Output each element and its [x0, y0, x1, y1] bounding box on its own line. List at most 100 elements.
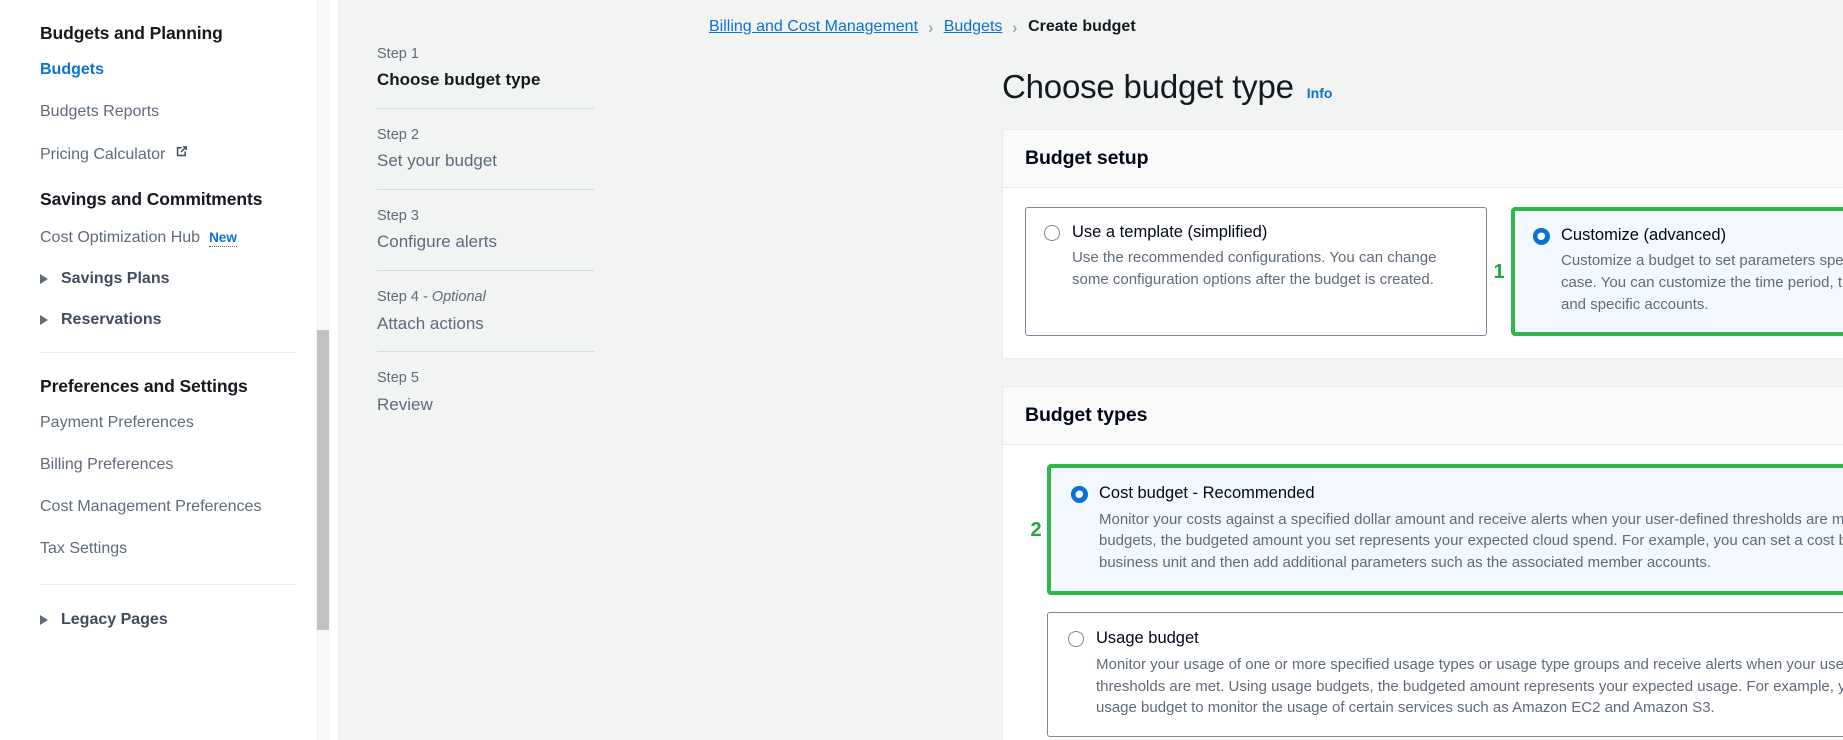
- sidebar-content: Budgets and Planning Budgets Budgets Rep…: [0, 0, 338, 629]
- content-wrapper: Budget setup Use a template (simplified)…: [1002, 129, 1843, 740]
- sidebar-item-reservations-label: Reservations: [61, 310, 162, 328]
- wizard-step-2-number: Step 2: [377, 127, 419, 144]
- wizard-step-3-name[interactable]: Configure alerts: [377, 230, 681, 254]
- sidebar-item-cost-management-preferences[interactable]: Cost Management Preferences: [40, 497, 338, 518]
- wizard-step-5-name[interactable]: Review: [377, 393, 681, 417]
- breadcrumb: Billing and Cost Management › Budgets › …: [703, 10, 1843, 44]
- wizard-step-separator: [377, 189, 594, 191]
- budget-setup-card-header: Budget setup: [1003, 130, 1843, 188]
- wizard-step-separator: [377, 108, 594, 110]
- radio-use-a-template[interactable]: [1044, 225, 1060, 241]
- sidebar-item-budgets-reports[interactable]: Budgets Reports: [40, 102, 338, 123]
- sidebar-item-legacy-pages-label: Legacy Pages: [61, 610, 168, 628]
- annotation-number-2: 2: [1030, 518, 1042, 541]
- budget-type-option-cost-budget-description: Monitor your costs against a specified d…: [1099, 510, 1843, 572]
- budget-types-card: Budget types 2 Cost budget - Recommended: [1002, 386, 1843, 740]
- annotation-highlight-box-2: Cost budget - Recommended Monitor your c…: [1047, 464, 1843, 596]
- annotation-number-1: 1: [1493, 260, 1505, 283]
- sidebar-item-cost-optimization-hub-row[interactable]: Cost Optimization Hub New: [40, 228, 338, 249]
- sidebar-item-budgets[interactable]: Budgets: [40, 60, 338, 81]
- annotation-highlight-box-1: Customize (advanced) Customize a budget …: [1511, 207, 1843, 337]
- sidebar-scrollbar-thumb[interactable]: [317, 330, 329, 630]
- budget-setup-option-customize-advanced-head: Customize (advanced): [1533, 225, 1843, 246]
- budget-type-option-usage-budget-description: Monitor your usage of one or more specif…: [1096, 655, 1843, 717]
- wizard-step-4-number-text: Step 4 -: [377, 289, 432, 306]
- budget-types-options-list: 2 Cost budget - Recommended Monitor your…: [1025, 464, 1843, 738]
- sidebar-divider: [40, 583, 296, 585]
- info-link[interactable]: Info: [1307, 85, 1333, 101]
- sidebar-item-reservations[interactable]: Reservations: [40, 311, 338, 329]
- sidebar-group-title-savings-and-commitments: Savings and Commitments: [40, 188, 263, 209]
- wizard-step-5-number: Step 5: [377, 370, 419, 387]
- wizard-step-4[interactable]: Step 4 - Optional Attach actions: [377, 287, 681, 351]
- caret-right-icon: [40, 273, 48, 284]
- caret-right-icon: [40, 614, 48, 625]
- budget-setup-option-customize-advanced-description: Customize a budget to set parameters spe…: [1561, 252, 1843, 314]
- budget-setup-card: Budget setup Use a template (simplified)…: [1002, 129, 1843, 360]
- sidebar-item-billing-preferences[interactable]: Billing Preferences: [40, 455, 338, 476]
- wizard-step-3-number: Step 3: [377, 208, 419, 225]
- radio-customize-advanced[interactable]: [1533, 228, 1549, 244]
- budget-types-card-body: 2 Cost budget - Recommended Monitor your…: [1003, 445, 1843, 740]
- budget-setup-card-body: Use a template (simplified) Use the reco…: [1003, 188, 1843, 358]
- wizard-step-2-name[interactable]: Set your budget: [377, 149, 681, 173]
- sidebar-item-tax-settings[interactable]: Tax Settings: [40, 539, 338, 560]
- budget-types-heading: Budget types: [1025, 404, 1148, 427]
- left-sidebar-navigation: Budgets and Planning Budgets Budgets Rep…: [0, 0, 339, 740]
- breadcrumb-item-create-budget: Create budget: [1028, 18, 1136, 35]
- budget-type-option-usage-budget-head: Usage budget: [1068, 628, 1843, 649]
- budget-type-row-cost-budget: 2 Cost budget - Recommended Monitor your…: [1025, 464, 1843, 596]
- sidebar-item-savings-plans-label: Savings Plans: [61, 269, 170, 287]
- wizard-step-1-number: Step 1: [377, 46, 419, 62]
- wizard-step-5[interactable]: Step 5 Review: [377, 368, 681, 432]
- breadcrumb-item-budgets[interactable]: Budgets: [944, 18, 1003, 36]
- wizard-step-4-optional-tag: Optional: [431, 289, 486, 306]
- page-header: Choose budget type Info: [1002, 68, 1843, 106]
- breadcrumb-chevron-icon: ›: [928, 17, 934, 37]
- breadcrumb-chevron-icon: ›: [1012, 17, 1018, 37]
- sidebar-item-pricing-calculator-row[interactable]: Pricing Calculator: [40, 144, 338, 166]
- main-content: Billing and Cost Management › Budgets › …: [703, 0, 1843, 740]
- budget-type-option-cost-budget-head: Cost budget - Recommended: [1071, 483, 1843, 504]
- sidebar-group-title-budgets-and-planning: Budgets and Planning: [40, 23, 223, 43]
- budget-setup-option-customize-advanced-title: Customize (advanced): [1561, 226, 1727, 244]
- radio-usage-budget[interactable]: [1068, 631, 1084, 648]
- external-link-icon: [174, 144, 189, 164]
- budget-type-option-usage-budget-title: Usage budget: [1096, 629, 1199, 648]
- budget-setup-option-use-a-template-head: Use a template (simplified): [1044, 222, 1468, 243]
- sidebar-divider: [40, 351, 296, 353]
- budget-setup-option-use-a-template[interactable]: Use a template (simplified) Use the reco…: [1025, 207, 1487, 337]
- sidebar-scrollbar[interactable]: [316, 0, 330, 740]
- app-root: Budgets and Planning Budgets Budgets Rep…: [0, 0, 1843, 740]
- budget-setup-heading: Budget setup: [1025, 147, 1149, 169]
- sidebar-item-pricing-calculator[interactable]: Pricing Calculator: [40, 145, 165, 166]
- budget-type-option-usage-budget[interactable]: Usage budget Monitor your usage of one o…: [1047, 612, 1843, 738]
- budget-type-option-cost-budget[interactable]: Cost budget - Recommended Monitor your c…: [1051, 468, 1843, 592]
- budget-setup-option-customize-advanced[interactable]: Customize (advanced) Customize a budget …: [1515, 211, 1843, 333]
- budget-type-option-cost-budget-title: Cost budget - Recommended: [1099, 484, 1315, 503]
- sidebar-item-payment-preferences[interactable]: Payment Preferences: [40, 413, 338, 434]
- sidebar-group-title-preferences-and-settings: Preferences and Settings: [40, 375, 248, 396]
- budget-types-card-header: Budget types: [1003, 387, 1843, 446]
- wizard-step-3[interactable]: Step 3 Configure alerts: [377, 206, 681, 270]
- wizard-step-separator: [377, 270, 594, 272]
- wizard-step-4-name[interactable]: Attach actions: [377, 312, 681, 336]
- new-badge[interactable]: New: [209, 230, 237, 248]
- page-title: Choose budget type: [1002, 68, 1294, 105]
- wizard-step-1-name[interactable]: Choose budget type: [377, 68, 681, 92]
- caret-right-icon: [40, 314, 48, 325]
- wizard-step-4-number: Step 4 - Optional: [377, 287, 681, 307]
- wizard-step-1[interactable]: Step 1 Choose budget type: [377, 44, 681, 108]
- radio-cost-budget[interactable]: [1071, 486, 1087, 503]
- sidebar-item-savings-plans[interactable]: Savings Plans: [40, 270, 338, 288]
- budget-setup-option-use-a-template-description: Use the recommended configurations. You …: [1072, 249, 1437, 289]
- breadcrumb-item-billing-and-cost-management[interactable]: Billing and Cost Management: [709, 18, 918, 36]
- budget-setup-option-use-a-template-title: Use a template (simplified): [1072, 223, 1268, 241]
- sidebar-item-legacy-pages[interactable]: Legacy Pages: [40, 611, 338, 629]
- sidebar-item-cost-optimization-hub[interactable]: Cost Optimization Hub: [40, 228, 200, 249]
- annotation-1-wrapper: 1: [1487, 207, 1511, 336]
- budget-setup-options-row: Use a template (simplified) Use the reco…: [1025, 207, 1843, 337]
- wizard-steps-navigation: Step 1 Choose budget type Step 2 Set you…: [339, 0, 703, 740]
- wizard-step-2[interactable]: Step 2 Set your budget: [377, 125, 681, 189]
- budget-type-row-usage-budget: Usage budget Monitor your usage of one o…: [1025, 612, 1843, 738]
